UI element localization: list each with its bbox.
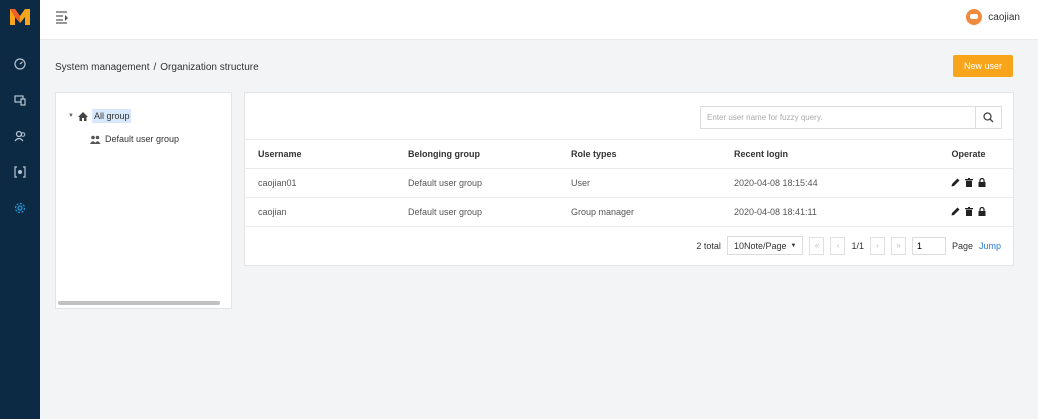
devices-icon (14, 95, 26, 106)
user-table-panel: Username Belonging group Role types Rece… (244, 92, 1014, 266)
lock-icon[interactable] (978, 206, 986, 216)
page-indicator: 1/1 (851, 240, 864, 251)
sidebar (0, 0, 40, 419)
lock-icon[interactable] (978, 177, 986, 187)
caret-down-icon[interactable]: ▼ (68, 113, 74, 119)
column-header-role: Role types (571, 139, 734, 169)
table-row: caojian01 Default user group User 2020-0… (245, 168, 1013, 198)
username-label: caojian (988, 11, 1020, 23)
first-page-button[interactable]: « (809, 236, 825, 255)
page-label: Page (951, 240, 973, 251)
new-user-button[interactable]: New user (953, 55, 1013, 77)
table-row: caojian Default user group Group manager… (245, 197, 1013, 227)
menu-toggle-icon[interactable] (55, 10, 69, 24)
search-icon (983, 112, 994, 123)
prev-page-button[interactable]: ‹ (830, 236, 846, 255)
cell-role: User (571, 168, 734, 198)
cell-operate (924, 168, 1013, 198)
breadcrumb-parent[interactable]: System management (55, 62, 150, 73)
page-size-select[interactable]: 10Note/Page ▼ (726, 236, 804, 255)
horizontal-scrollbar[interactable] (58, 301, 220, 305)
column-header-group: Belonging group (408, 139, 571, 169)
cell-operate (924, 197, 1013, 227)
search-input[interactable] (701, 107, 975, 128)
tree-node-label: Default user group (105, 134, 180, 144)
nav-devices[interactable] (0, 82, 40, 118)
cell-group: Default user group (408, 197, 571, 227)
top-bar: caojian (40, 0, 1038, 40)
avatar (966, 9, 983, 25)
breadcrumb: System management / Organization structu… (55, 62, 259, 73)
users-icon (14, 130, 26, 142)
delete-icon[interactable] (965, 177, 973, 187)
total-count: 2 total (696, 240, 721, 251)
tree-node-default-group[interactable]: Default user group (90, 134, 179, 144)
user-group-icon (90, 135, 101, 144)
search-button[interactable] (975, 107, 1001, 128)
jump-button[interactable]: Jump (979, 241, 1001, 251)
next-page-button[interactable]: › (869, 236, 885, 255)
last-page-button[interactable]: » (890, 236, 906, 255)
breadcrumb-separator: / (153, 62, 157, 73)
tree-node-all-group[interactable]: ▼ All group (68, 109, 132, 123)
settings-icon (14, 202, 26, 214)
edit-icon[interactable] (951, 207, 960, 216)
column-header-username: Username (245, 139, 408, 169)
edit-icon[interactable] (951, 178, 960, 187)
table-header-row: Username Belonging group Role types Rece… (245, 139, 1013, 169)
tree-node-label: All group (91, 109, 132, 123)
breadcrumb-current: Organization structure (160, 62, 259, 73)
group-tree-panel: ▼ All group Default user group (55, 92, 232, 309)
cell-role: Group manager (571, 197, 734, 227)
nav-settings[interactable] (0, 190, 40, 226)
nav-users[interactable] (0, 118, 40, 154)
cell-username: caojian (245, 197, 408, 227)
page-size-value: 10Note/Page (733, 240, 787, 251)
pagination: 2 total 10Note/Page ▼ « ‹ 1/1 › » Page J… (696, 236, 1001, 255)
cell-login: 2020-04-08 18:15:44 (734, 168, 924, 198)
app-logo[interactable] (0, 0, 40, 34)
nav-dashboard[interactable] (0, 46, 40, 82)
column-header-login: Recent login (734, 139, 924, 169)
column-header-operate: Operate (924, 139, 1013, 169)
home-icon (77, 111, 88, 121)
search-box (700, 106, 1002, 129)
dashboard-icon (14, 58, 26, 70)
user-menu[interactable]: caojian (966, 9, 1020, 25)
logo-m-icon (10, 9, 30, 25)
user-table: Username Belonging group Role types Rece… (245, 139, 1013, 227)
cell-username: caojian01 (245, 168, 408, 198)
page-number-input[interactable] (911, 236, 946, 255)
cell-group: Default user group (408, 168, 571, 198)
chevron-down-icon: ▼ (790, 242, 797, 249)
monitor-icon (14, 166, 26, 178)
cell-login: 2020-04-08 18:41:11 (734, 197, 924, 227)
delete-icon[interactable] (965, 206, 973, 216)
nav-monitor[interactable] (0, 154, 40, 190)
